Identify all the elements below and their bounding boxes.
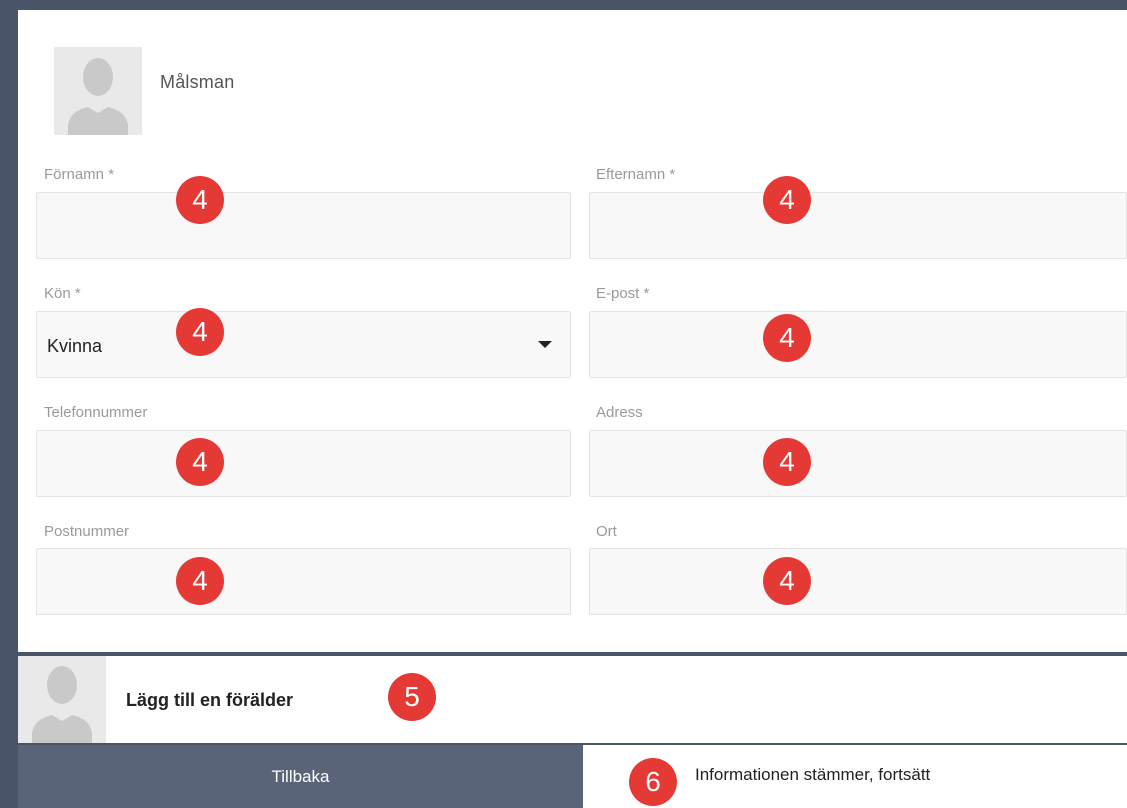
guardian-title: Målsman	[160, 72, 235, 92]
postal-code-field[interactable]	[36, 548, 571, 615]
step-badge: 4	[176, 557, 224, 605]
email-input[interactable]	[590, 312, 1126, 377]
step-badge: 5	[388, 673, 436, 721]
page: Målsman Förnamn * 4 Efternamn * 4 Kön * …	[0, 0, 1127, 808]
caret-down-icon	[538, 341, 552, 348]
person-silhouette-icon	[54, 47, 142, 135]
phone-field[interactable]	[36, 430, 571, 497]
gender-selected-value: Kvinna	[47, 336, 103, 356]
step-badge: 4	[763, 176, 811, 224]
add-parent-button[interactable]: Lägg till en förälder 5	[18, 656, 1127, 743]
city-label: Ort	[596, 523, 617, 540]
step-badge: 6	[629, 758, 677, 806]
last-name-field[interactable]	[589, 192, 1127, 259]
guardian-card: Målsman Förnamn * 4 Efternamn * 4 Kön * …	[18, 10, 1127, 652]
last-name-input[interactable]	[590, 193, 1126, 258]
step-badge: 4	[176, 308, 224, 356]
back-button[interactable]: Tillbaka	[18, 745, 583, 808]
last-name-label: Efternamn *	[596, 166, 676, 183]
step-badge: 4	[763, 557, 811, 605]
continue-button-label: Informationen stämmer, fortsätt	[695, 765, 931, 784]
city-field[interactable]	[589, 548, 1127, 615]
first-name-input[interactable]	[37, 193, 570, 258]
step-badge: 4	[763, 438, 811, 486]
postal-code-label: Postnummer	[44, 523, 130, 540]
continue-button[interactable]: 6 Informationen stämmer, fortsätt	[583, 745, 1127, 808]
city-input[interactable]	[590, 549, 1126, 614]
address-label: Adress	[596, 404, 643, 421]
step-badge: 4	[763, 314, 811, 362]
email-field[interactable]	[589, 311, 1127, 378]
add-parent-label: Lägg till en förälder	[126, 690, 294, 710]
person-silhouette-icon	[18, 656, 106, 743]
email-label: E-post *	[596, 285, 650, 302]
phone-label: Telefonnummer	[44, 404, 148, 421]
phone-input[interactable]	[37, 431, 570, 496]
step-badge: 4	[176, 438, 224, 486]
gender-select[interactable]: Kvinna	[36, 311, 571, 378]
postal-code-input[interactable]	[37, 549, 570, 614]
address-field[interactable]	[589, 430, 1127, 497]
first-name-field[interactable]	[36, 192, 571, 259]
step-badge: 4	[176, 176, 224, 224]
address-input[interactable]	[590, 431, 1126, 496]
gender-label: Kön *	[44, 285, 81, 302]
first-name-label: Förnamn *	[44, 166, 115, 183]
